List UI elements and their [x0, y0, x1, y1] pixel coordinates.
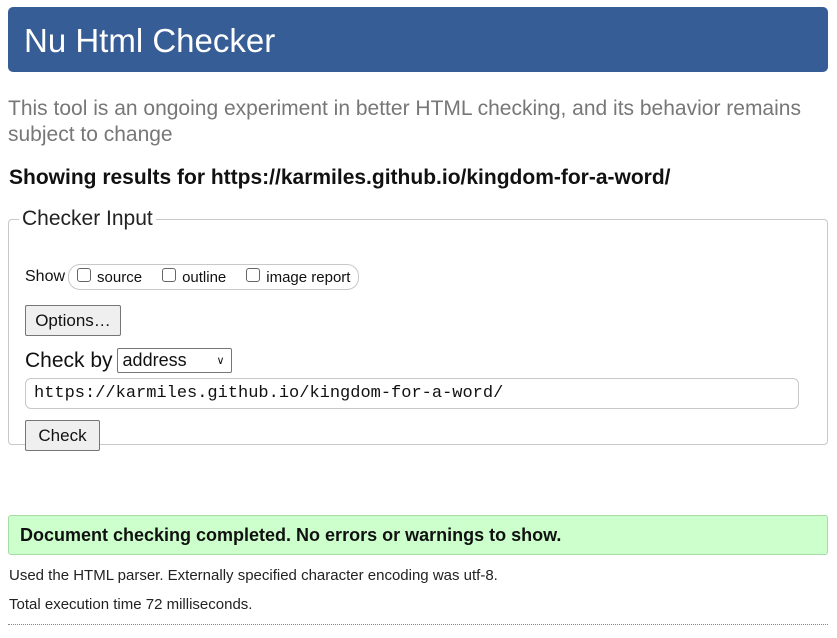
checker-input-fieldset: Checker Input Show source outline image …: [8, 207, 828, 451]
timing-note: Total execution time 72 milliseconds.: [9, 596, 253, 613]
checker-input-legend: Checker Input: [22, 207, 153, 230]
show-image-report-option[interactable]: image report: [246, 268, 351, 286]
show-source-option[interactable]: source: [77, 268, 143, 286]
show-options-group: source outline image report: [68, 264, 360, 290]
success-message: Document checking completed. No errors o…: [8, 515, 828, 555]
chevron-down-icon: ∨: [216, 355, 225, 367]
intro-text: This tool is an ongoing experiment in be…: [8, 97, 801, 146]
results-heading: Showing results for https://karmiles.git…: [9, 166, 671, 189]
show-options-row: Show source outline image report: [25, 264, 360, 290]
url-input[interactable]: https://karmiles.github.io/kingdom-for-a…: [25, 378, 799, 409]
page-title: Nu Html Checker: [24, 22, 276, 59]
image-report-label: image report: [266, 268, 351, 286]
check-button[interactable]: Check: [25, 420, 100, 451]
check-by-select[interactable]: address ∨: [116, 348, 232, 373]
check-by-row: Check by address ∨: [25, 348, 232, 373]
parser-note: Used the HTML parser. Externally specifi…: [9, 567, 498, 584]
source-label: source: [97, 268, 143, 286]
show-label: Show: [25, 268, 66, 285]
image-report-checkbox[interactable]: [246, 268, 261, 282]
outline-checkbox[interactable]: [162, 268, 177, 282]
options-button[interactable]: Options…: [25, 305, 121, 336]
divider: [8, 624, 828, 625]
outline-label: outline: [182, 268, 227, 286]
source-checkbox[interactable]: [77, 268, 92, 282]
show-outline-option[interactable]: outline: [162, 268, 227, 286]
check-by-label: Check by: [25, 348, 113, 372]
page-header: Nu Html Checker: [8, 7, 828, 72]
check-by-value: address: [122, 350, 187, 370]
